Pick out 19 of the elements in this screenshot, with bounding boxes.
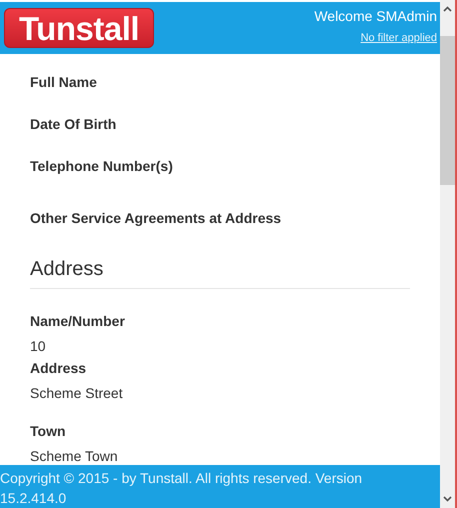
filter-link[interactable]: No filter applied (360, 31, 437, 45)
field-label: Name/Number (30, 312, 126, 331)
field-value: 10 (30, 337, 47, 356)
field-value: Scheme Street (30, 384, 124, 403)
field-label: Address (30, 359, 88, 378)
scrollbar[interactable] (440, 0, 455, 508)
field-label: Full Name (30, 73, 98, 92)
copyright-text: Copyright © 2015 - by Tunstall. All rights reserved. Version 15.2.414.0 (0, 469, 364, 508)
scroll-up-icon[interactable] (443, 6, 452, 12)
scroll-down-icon[interactable] (443, 496, 452, 502)
scroll-thumb[interactable] (440, 36, 455, 185)
welcome-text: Welcome SMAdmin (314, 7, 437, 26)
field-label: Other Service Agreements at Address (30, 209, 282, 228)
field-label: Date Of Birth (30, 115, 118, 134)
field-label: Town (30, 422, 67, 441)
logo: Tunstall (4, 8, 154, 48)
section-heading: Address (30, 257, 104, 282)
field-value: Scheme Town (30, 447, 119, 465)
field-label: Telephone Number(s) (30, 157, 174, 176)
